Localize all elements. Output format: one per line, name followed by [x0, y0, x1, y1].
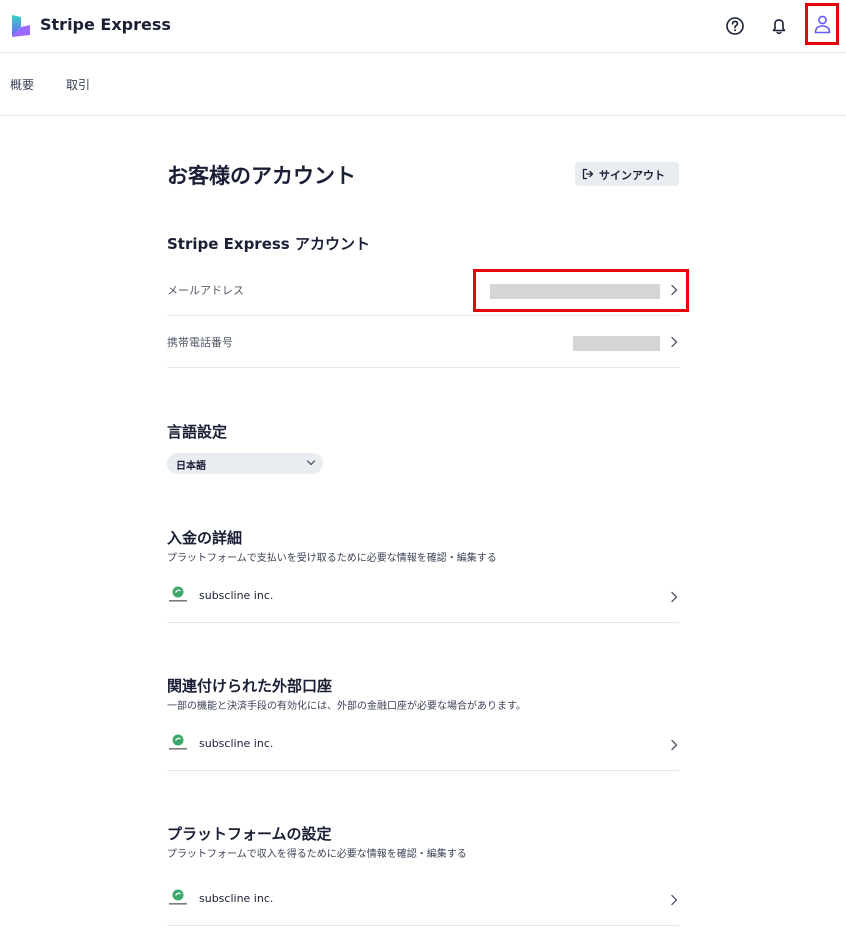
platform-account-row[interactable]: subscline inc.: [167, 874, 679, 926]
phone-row[interactable]: 携帯電話番号: [167, 316, 679, 368]
top-bar: Stripe Express: [0, 0, 846, 53]
chevron-down-icon: [306, 460, 316, 466]
stripe-express-logo[interactable]: [10, 13, 32, 39]
chevron-right-icon: [671, 739, 678, 751]
external-accounts-title: 関連付けられた外部口座: [167, 677, 333, 695]
payout-account-row[interactable]: subscline inc.: [167, 571, 679, 623]
phone-label: 携帯電話番号: [167, 336, 233, 349]
chevron-right-icon: [671, 591, 678, 603]
chevron-right-icon: [671, 894, 678, 906]
platform-settings-description: プラットフォームで収入を得るために必要な情報を確認・編集する: [167, 849, 467, 860]
platform-account-name: subscline inc.: [199, 892, 274, 905]
chevron-right-icon: [671, 336, 678, 348]
tab-transactions[interactable]: 取引: [66, 76, 90, 93]
platform-settings-title: プラットフォームの設定: [167, 825, 332, 843]
tab-overview[interactable]: 概要: [10, 76, 34, 93]
bell-icon[interactable]: [768, 15, 790, 37]
account-button[interactable]: [805, 3, 839, 45]
subscline-logo: [169, 889, 187, 905]
help-icon[interactable]: [724, 15, 746, 37]
phone-value-redacted: [573, 336, 660, 351]
signout-icon: [582, 168, 594, 180]
page-title: お客様のアカウント: [167, 164, 356, 188]
external-account-row[interactable]: subscline inc.: [167, 719, 679, 771]
external-account-name: subscline inc.: [199, 737, 274, 750]
language-select[interactable]: 日本語: [167, 453, 323, 474]
external-accounts-description: 一部の機能と決済手段の有効化には、外部の金融口座が必要な場合があります。: [167, 701, 526, 712]
payout-title: 入金の詳細: [167, 529, 243, 547]
language-selected: 日本語: [176, 461, 206, 472]
subscline-logo: [169, 734, 187, 750]
payout-description: プラットフォームで支払いを受け取るために必要な情報を確認・編集する: [167, 553, 497, 564]
user-icon: [814, 15, 831, 34]
subscline-logo: [169, 586, 187, 602]
signout-label: サインアウト: [599, 169, 665, 182]
express-account-title: Stripe Express アカウント: [167, 235, 370, 253]
email-label: メールアドレス: [167, 284, 244, 297]
brand-name: Stripe Express: [40, 15, 171, 34]
sub-navigation: 概要 取引: [0, 53, 846, 116]
language-title: 言語設定: [167, 423, 228, 441]
signout-button[interactable]: サインアウト: [575, 162, 679, 186]
payout-account-name: subscline inc.: [199, 589, 274, 602]
email-highlight-box: [473, 269, 689, 312]
